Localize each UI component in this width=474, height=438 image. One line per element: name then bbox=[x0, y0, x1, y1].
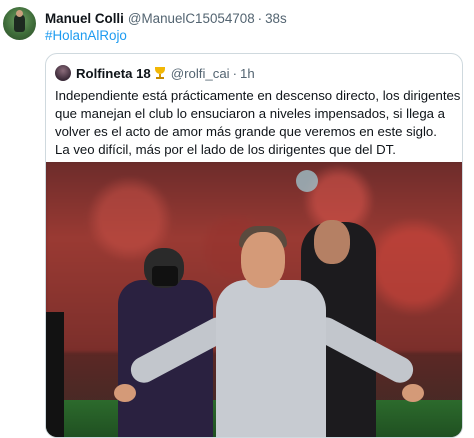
separator-dot: · bbox=[232, 65, 237, 81]
text-line: que manejan el club lo ensuciaron a nive… bbox=[55, 106, 446, 121]
text-line: La veo difícil, más por el lado de los d… bbox=[55, 142, 396, 157]
quoted-author-name[interactable]: Rolfineta 18 bbox=[76, 66, 151, 81]
coach-left-hand bbox=[114, 384, 136, 402]
camera-icon bbox=[152, 266, 178, 286]
tweet-photo[interactable] bbox=[46, 162, 462, 437]
text-line: volver es el acto de amor más grande que… bbox=[55, 124, 437, 139]
avatar-head bbox=[16, 10, 23, 17]
tweet[interactable]: Manuel Colli @ManuelC15054708 · 38s #Hol… bbox=[0, 0, 474, 438]
separator-dot: · bbox=[257, 10, 263, 26]
author-handle[interactable]: @ManuelC15054708 bbox=[128, 11, 255, 26]
background-person-head bbox=[314, 220, 350, 264]
hashtag-link[interactable]: #HolanAlRojo bbox=[45, 28, 127, 43]
tweet-timestamp[interactable]: 38s bbox=[265, 11, 287, 26]
quoted-tweet-text: Independiente está prácticamente en desc… bbox=[55, 87, 461, 159]
quoted-author-avatar[interactable] bbox=[55, 65, 71, 81]
coach-head bbox=[241, 232, 285, 288]
quoted-tweet[interactable]: Rolfineta 18 @rolfi_cai · 1h Independien… bbox=[45, 53, 463, 438]
stadium-light bbox=[296, 170, 318, 192]
text-line: Independiente está prácticamente en desc… bbox=[55, 88, 461, 103]
author-name[interactable]: Manuel Colli bbox=[45, 11, 124, 26]
coach-body bbox=[216, 280, 326, 437]
author-avatar[interactable] bbox=[3, 7, 36, 40]
tweet-header: Manuel Colli @ManuelC15054708 · 38s bbox=[45, 9, 287, 27]
quoted-tweet-header: Rolfineta 18 @rolfi_cai · 1h bbox=[55, 64, 255, 82]
coach-right-hand bbox=[402, 384, 424, 402]
trophy-icon bbox=[153, 66, 167, 80]
person-silhouette bbox=[46, 312, 64, 437]
quoted-author-handle[interactable]: @rolfi_cai bbox=[171, 66, 230, 81]
quoted-tweet-timestamp[interactable]: 1h bbox=[240, 66, 255, 81]
